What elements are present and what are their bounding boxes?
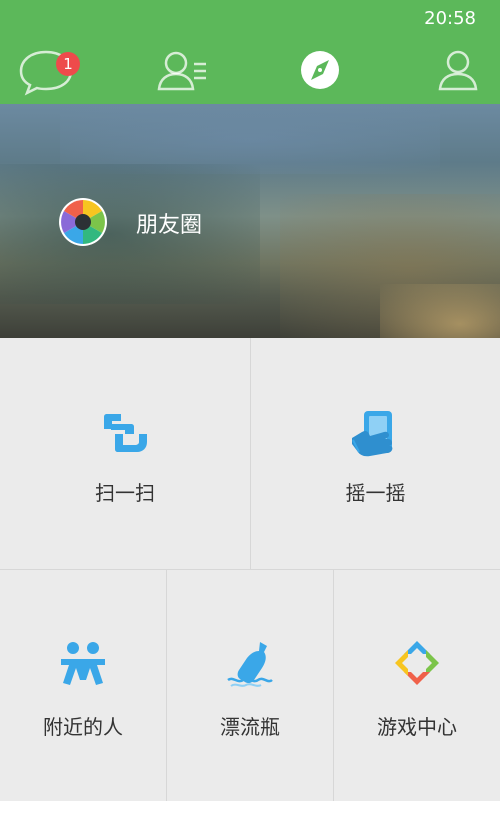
top-bar: 20:58 1 [0, 0, 500, 104]
tab-contacts[interactable] [152, 44, 212, 96]
grid-divider [166, 570, 167, 801]
scan-icon [104, 414, 147, 452]
people-nearby-button[interactable]: 附近的人 [0, 570, 166, 801]
compass-icon [301, 51, 339, 89]
moments-banner[interactable]: 朋友圈 [0, 104, 500, 338]
tab-discover[interactable] [290, 44, 350, 96]
discover-grid: 扫一扫 摇一摇 附近的人 漂流瓶 游戏中心 [0, 338, 500, 801]
unread-badge: 1 [56, 52, 80, 76]
grid-divider [0, 569, 500, 570]
scan-label: 扫一扫 [95, 481, 155, 505]
shake-phone-icon [352, 411, 393, 457]
banner-background-shade [380, 284, 500, 338]
shake-button[interactable]: 摇一摇 [251, 338, 500, 569]
profile-icon [438, 50, 478, 91]
shake-label: 摇一摇 [345, 481, 406, 505]
people-nearby-icon [61, 642, 105, 685]
grid-divider [250, 338, 251, 569]
tab-me[interactable] [428, 44, 488, 96]
game-center-button[interactable]: 游戏中心 [334, 570, 500, 801]
game-center-icon [395, 641, 439, 685]
grid-divider [333, 570, 334, 801]
moments-aperture-icon [58, 197, 108, 247]
scan-button[interactable]: 扫一扫 [0, 338, 250, 569]
drift-bottle-icon [227, 642, 273, 687]
contacts-icon [157, 51, 206, 91]
drift-bottle-label: 漂流瓶 [220, 715, 280, 739]
drift-bottle-button[interactable]: 漂流瓶 [167, 570, 333, 801]
bottom-area [0, 801, 500, 833]
banner-background-shade [0, 164, 260, 304]
status-time: 20:58 [424, 8, 476, 29]
people-nearby-label: 附近的人 [43, 715, 123, 739]
moments-label: 朋友圈 [136, 213, 203, 238]
game-center-label: 游戏中心 [377, 715, 457, 739]
